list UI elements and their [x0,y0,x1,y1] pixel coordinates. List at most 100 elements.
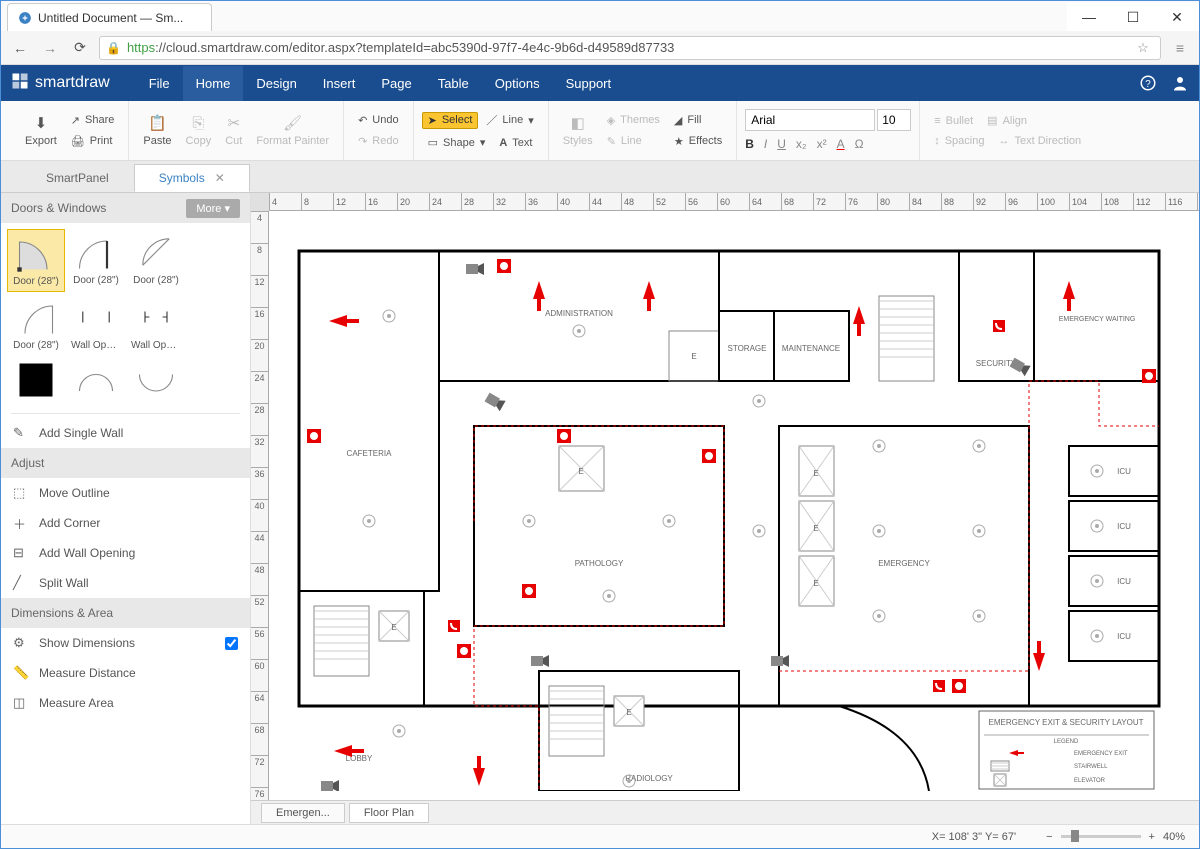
symbol-double-door-out[interactable] [127,357,185,403]
symbol-door[interactable]: Door (28") [67,229,125,292]
menu-page[interactable]: Page [368,66,424,101]
copy-button[interactable]: ⎘Copy [180,111,218,151]
browser-tab[interactable]: Untitled Document — Sm... [7,3,212,31]
paste-button[interactable]: 📋Paste [137,110,177,151]
close-window-button[interactable]: ✕ [1155,3,1199,31]
close-tab-icon[interactable]: ✕ [215,171,225,185]
browser-menu-button[interactable]: ≡ [1169,37,1191,59]
menu-table[interactable]: Table [425,66,482,101]
zoom-out-button[interactable]: − [1046,831,1052,843]
user-icon[interactable] [1171,74,1189,92]
section-dimensions-area: Dimensions & Area [1,598,250,628]
symbol-door[interactable]: Door (28") [127,229,185,292]
symbol-door[interactable]: Door (28") [7,294,65,355]
sheet-tab-floorplan[interactable]: Floor Plan [349,803,429,823]
move-outline[interactable]: ⬚Move Outline [1,478,250,508]
tab-smartpanel[interactable]: SmartPanel [21,164,134,192]
superscript-button[interactable]: x² [817,137,827,151]
omega-button[interactable]: Ω [855,137,864,151]
symbol-wall-opening[interactable]: Wall Openi... [127,294,185,355]
cut-button[interactable]: ✂Cut [219,110,248,151]
menu-options[interactable]: Options [482,66,553,101]
section-doors-windows: Doors & Windows More ▾ [1,193,250,223]
solid-icon [14,361,58,399]
measure-distance[interactable]: 📏Measure Distance [1,658,250,688]
line-style-button[interactable]: ✎Line [601,133,666,150]
symbol-door[interactable]: Door (28") [7,229,65,292]
italic-button[interactable]: I [764,137,767,151]
svg-text:ELEVATOR: ELEVATOR [1074,778,1106,784]
forward-button[interactable]: → [39,37,61,59]
line-tool[interactable]: ／Line ▾ [480,110,539,130]
export-button[interactable]: ⬇Export [19,110,63,151]
split-wall[interactable]: ╱Split Wall [1,568,250,598]
door-icon [14,298,58,336]
redo-button[interactable]: ↷Redo [352,133,405,150]
styles-button[interactable]: ◧Styles [557,110,599,151]
add-single-wall[interactable]: ✎Add Single Wall [1,418,250,448]
add-wall-opening[interactable]: ⊟Add Wall Opening [1,538,250,568]
svg-text:RADIOLOGY: RADIOLOGY [625,774,673,783]
menu-file[interactable]: File [136,66,183,101]
app-menu: File Home Design Insert Page Table Optio… [136,66,624,101]
app-logo[interactable]: smartdraw [11,72,110,95]
svg-text:CAFETERIA: CAFETERIA [347,449,393,458]
bookmark-icon[interactable]: ☆ [1132,37,1154,59]
fill-button[interactable]: ◢Fill [668,112,728,129]
svg-text:EMERGENCY EXIT & SECURITY LAYO: EMERGENCY EXIT & SECURITY LAYOUT [989,718,1144,727]
menu-support[interactable]: Support [553,66,625,101]
font-family-input[interactable] [745,109,875,131]
svg-text:ADMINISTRATION: ADMINISTRATION [545,309,613,318]
text-tool[interactable]: AText [493,135,538,151]
undo-button[interactable]: ↶Undo [352,112,405,129]
drawing-canvas[interactable]: E ADMINISTRATION E STORAGE MAINTENANCE S… [269,211,1199,800]
show-dimensions-checkbox[interactable] [225,637,238,650]
tab-symbols[interactable]: Symbols✕ [134,164,250,192]
url-rest: ://cloud.smartdraw.com/editor.aspx?templ… [155,40,674,55]
paste-icon: 📋 [148,114,167,132]
measure-area[interactable]: ◫Measure Area [1,688,250,718]
menu-design[interactable]: Design [243,66,309,101]
menu-home[interactable]: Home [183,66,244,101]
more-button[interactable]: More ▾ [186,199,240,218]
print-button[interactable]: 🖨Print [65,133,121,150]
sheet-tab-emergency[interactable]: Emergen... [261,803,345,823]
align-button[interactable]: ▤Align [981,112,1033,129]
floor-plan[interactable]: E ADMINISTRATION E STORAGE MAINTENANCE S… [279,231,1179,791]
zoom-slider[interactable] [1061,835,1141,838]
zoom-in-button[interactable]: + [1149,831,1155,843]
shape-tool[interactable]: ▭Shape ▾ [422,134,492,151]
cut-icon: ✂ [227,114,240,132]
ruler-horizontal: 4812162024283236404448525660646872768084… [269,193,1199,211]
add-corner[interactable]: ＋Add Corner [1,508,250,538]
bold-button[interactable]: B [745,137,754,151]
help-icon[interactable]: ? [1139,74,1157,92]
maximize-button[interactable]: ☐ [1111,3,1155,31]
font-size-input[interactable] [877,109,911,131]
spacing-button[interactable]: ↕Spacing [928,133,990,149]
svg-text:PATHOLOGY: PATHOLOGY [575,559,624,568]
bullet-button[interactable]: ≡Bullet [928,113,979,129]
subscript-button[interactable]: x₂ [796,137,807,151]
underline-button[interactable]: U [777,137,786,151]
text-direction-button[interactable]: ↔Text Direction [992,133,1087,149]
svg-text:STORAGE: STORAGE [728,344,767,353]
back-button[interactable]: ← [9,37,31,59]
effects-button[interactable]: ★Effects [668,133,728,150]
url-field[interactable]: 🔒 https://cloud.smartdraw.com/editor.asp… [99,36,1161,60]
themes-button[interactable]: ◈Themes [601,112,666,129]
text-icon: A [499,137,507,149]
show-dimensions[interactable]: ⚙Show Dimensions [1,628,250,658]
font-color-button[interactable]: A [837,137,845,151]
menu-insert[interactable]: Insert [310,66,369,101]
format-painter-button[interactable]: 🖌Format Painter [250,110,335,151]
symbol-wall-opening[interactable]: Wall Opening [67,294,125,355]
double-door-icon [74,361,118,399]
reload-button[interactable]: ⟳ [69,37,91,59]
select-tool[interactable]: ➤Select [422,112,479,129]
symbol-solid[interactable] [7,357,65,403]
shape-icon: ▭ [428,136,438,149]
share-button[interactable]: ↗Share [65,112,121,129]
symbol-double-door[interactable] [67,357,125,403]
minimize-button[interactable]: — [1067,3,1111,31]
